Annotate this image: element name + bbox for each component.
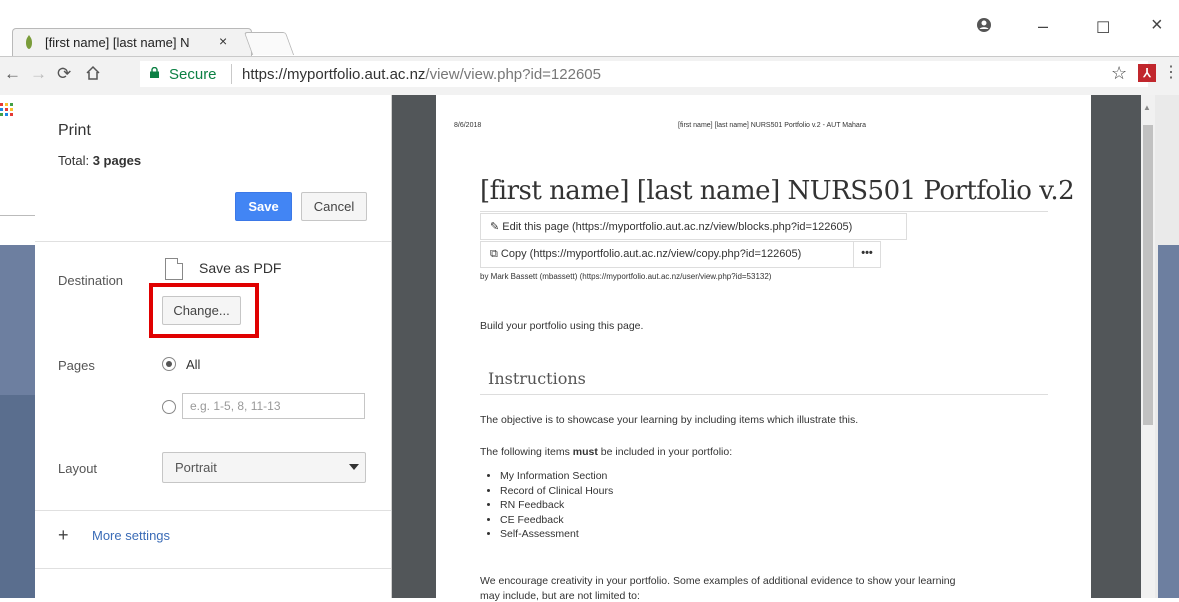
favicon-icon xyxy=(26,35,32,49)
must-word: must xyxy=(572,446,598,458)
url-text[interactable]: https://myportfolio.aut.ac.nz/view/view.… xyxy=(242,66,601,83)
background-page-left-light xyxy=(0,245,35,395)
pages-all-radio[interactable] xyxy=(162,357,176,371)
home-icon[interactable] xyxy=(85,65,101,81)
minimize-button[interactable]: – xyxy=(1038,16,1048,37)
preview-scrollbar-thumb[interactable] xyxy=(1143,125,1153,425)
encourage-text-cont: may include, but are not limited to: xyxy=(480,590,640,602)
tab-close-icon[interactable]: × xyxy=(219,33,227,49)
page-header-title: [first name] [last name] NURS501 Portfol… xyxy=(678,122,867,129)
list-item: Record of Clinical Hours xyxy=(500,484,613,499)
list-item: Self-Assessment xyxy=(500,527,613,542)
copy-page-link: ⧉ Copy (https://myportfolio.aut.ac.nz/vi… xyxy=(480,241,854,268)
bookmark-star-icon[interactable]: ☆ xyxy=(1111,63,1127,84)
copy-link-text: Copy (https://myportfolio.aut.ac.nz/view… xyxy=(500,248,802,260)
must-text: The following items must be included in … xyxy=(480,446,732,458)
pages-label: Pages xyxy=(58,358,95,373)
red-highlight-box xyxy=(149,283,259,338)
encourage-text: We encourage creativity in your portfoli… xyxy=(480,575,956,587)
pages-all-label: All xyxy=(186,357,201,372)
url-path: /view/view.php?id=122605 xyxy=(425,66,601,83)
more-settings-link[interactable]: More settings xyxy=(92,528,170,543)
pencil-icon: ✎ xyxy=(490,221,503,233)
panel-divider xyxy=(35,568,391,569)
destination-label: Destination xyxy=(58,273,124,288)
pages-range-input[interactable]: e.g. 1-5, 8, 11-13 xyxy=(182,393,365,419)
apps-grid-icon[interactable] xyxy=(0,103,14,117)
list-item: RN Feedback xyxy=(500,498,613,513)
edit-link-text: Edit this page (https://myportfolio.aut.… xyxy=(502,221,853,233)
objective-text: The objective is to showcase your learni… xyxy=(480,414,859,426)
profile-icon[interactable] xyxy=(976,17,992,33)
plus-icon[interactable]: + xyxy=(58,525,69,546)
more-options-box: ••• xyxy=(853,241,881,268)
background-divider xyxy=(0,215,35,216)
close-window-button[interactable]: × xyxy=(1151,14,1163,37)
panel-divider xyxy=(35,510,391,511)
reload-icon[interactable]: ⟳ xyxy=(57,64,71,84)
layout-label: Layout xyxy=(58,461,98,476)
security-indicator[interactable]: Secure xyxy=(169,66,217,83)
page-header-date: 8/6/2018 xyxy=(454,122,482,129)
total-pages: Total: 3 pages xyxy=(58,153,141,168)
panel-divider xyxy=(35,241,391,242)
copy-icon: ⧉ xyxy=(490,248,501,260)
layout-select[interactable]: Portrait xyxy=(162,452,366,483)
list-item: My Information Section xyxy=(500,469,613,484)
print-title: Print xyxy=(58,122,91,139)
new-tab-button[interactable] xyxy=(243,32,295,55)
url-host: https://myportfolio.aut.ac.nz xyxy=(242,66,426,83)
destination-value: Save as PDF xyxy=(199,260,282,276)
heading-rule xyxy=(480,211,1048,212)
section-rule xyxy=(480,394,1048,395)
must-prefix: The following items xyxy=(480,446,573,458)
document-icon xyxy=(165,258,183,280)
scroll-up-arrow-icon[interactable]: ▲ xyxy=(1143,103,1151,112)
byline: by Mark Bassett (mbassett) (https://mypo… xyxy=(480,272,772,281)
background-page-right-blue xyxy=(1158,245,1179,598)
maximize-button[interactable]: ☐ xyxy=(1096,18,1110,38)
save-button[interactable]: Save xyxy=(235,192,292,221)
pages-range-radio[interactable] xyxy=(162,400,176,414)
portfolio-heading: [first name] [last name] NURS501 Portfol… xyxy=(480,176,1075,206)
back-icon[interactable]: ← xyxy=(4,64,21,84)
lock-icon xyxy=(150,67,159,78)
cancel-button[interactable]: Cancel xyxy=(301,192,367,221)
forward-icon[interactable]: → xyxy=(30,64,47,84)
instructions-heading: Instructions xyxy=(488,369,586,388)
total-label: Total: xyxy=(58,153,90,168)
menu-kebab-icon[interactable]: ⋮ xyxy=(1163,62,1179,82)
must-suffix: be included in your portfolio: xyxy=(597,446,733,458)
url-separator xyxy=(231,64,232,84)
intro-text: Build your portfolio using this page. xyxy=(480,320,644,332)
list-item: CE Feedback xyxy=(500,513,613,528)
tab-title: [first name] [last name] N xyxy=(45,35,190,50)
print-settings-panel xyxy=(35,95,392,598)
total-value: 3 pages xyxy=(92,153,142,168)
pdf-extension-icon[interactable]: ⅄ xyxy=(1138,64,1156,82)
required-items-list: My Information Section Record of Clinica… xyxy=(484,469,613,542)
edit-page-link: ✎ Edit this page (https://myportfolio.au… xyxy=(480,213,907,240)
dropdown-arrow-icon xyxy=(349,464,359,470)
